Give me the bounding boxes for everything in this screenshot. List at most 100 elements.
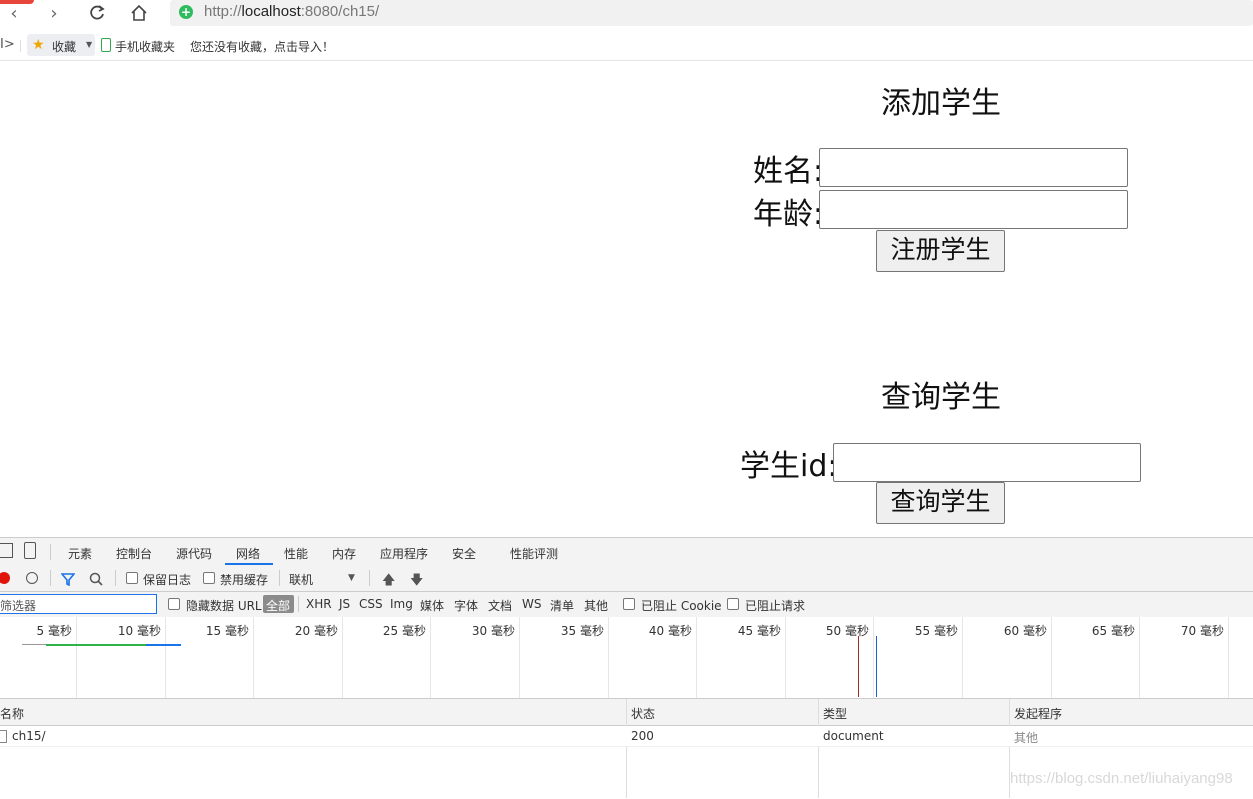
chevron-down-icon[interactable]: ▼	[86, 40, 92, 49]
favorites-label: 收藏	[52, 40, 77, 54]
mobile-icon	[101, 38, 111, 52]
name-label: 姓名:	[753, 154, 824, 189]
name-input[interactable]	[819, 148, 1128, 187]
preserve-log-checkbox[interactable]	[126, 572, 138, 584]
mobile-bookmarks-link[interactable]: 手机收藏夹	[115, 38, 175, 55]
register-student-button[interactable]: 注册学生	[876, 230, 1005, 272]
timeline-bar-stalled	[22, 644, 46, 645]
tab-console[interactable]: 控制台	[116, 545, 152, 562]
column-name[interactable]: 名称	[0, 705, 24, 722]
forward-icon[interactable]: ›	[42, 2, 66, 24]
load-event-line	[858, 636, 859, 697]
tab-lighthouse[interactable]: 性能评测	[510, 545, 558, 562]
toolbar-divider	[298, 596, 299, 612]
timeline-bar-download	[146, 644, 181, 646]
filter-all-label: 全部	[266, 599, 291, 613]
filter-xhr[interactable]: XHR	[306, 597, 332, 611]
filter-img[interactable]: Img	[390, 597, 413, 611]
url-text[interactable]: http://localhost:8080/ch15/	[204, 3, 379, 20]
toolbar-divider	[369, 570, 370, 586]
timeline-tick-label: 65 毫秒	[1091, 624, 1135, 638]
blocked-requests-label: 已阻止请求	[745, 599, 806, 613]
hide-data-url-checkbox[interactable]	[168, 598, 180, 610]
timeline-gridline	[608, 617, 609, 698]
document-icon	[0, 730, 7, 743]
toolbar-divider	[279, 570, 280, 586]
filter-media[interactable]: 媒体	[420, 597, 444, 614]
blocked-requests-checkbox[interactable]	[727, 598, 739, 610]
tab-elements[interactable]: 元素	[68, 545, 92, 562]
export-har-icon[interactable]: 🡇	[410, 571, 423, 593]
toolbar-divider	[50, 570, 51, 586]
student-id-input[interactable]	[833, 443, 1141, 482]
student-id-label: 学生id:	[740, 449, 838, 484]
blocked-cookies-label: 已阻止 Cookie	[641, 599, 722, 613]
filter-doc[interactable]: 文档	[488, 597, 512, 614]
tab-memory[interactable]: 内存	[332, 545, 356, 562]
column-initiator[interactable]: 发起程序	[1014, 705, 1062, 722]
timeline-gridline	[519, 617, 520, 698]
bookmarks-bar	[0, 31, 1253, 61]
clear-icon[interactable]	[26, 572, 38, 584]
home-icon[interactable]	[127, 2, 151, 24]
watermark: https://blog.csdn.net/liuhaiyang98	[1010, 770, 1233, 787]
throttle-select[interactable]: 联机	[289, 571, 313, 588]
timeline-tick-label: 15 毫秒	[205, 624, 249, 638]
timeline-tick-label: 50 毫秒	[825, 624, 869, 638]
timeline-gridline	[785, 617, 786, 698]
request-status: 200	[631, 729, 654, 743]
timeline-tick-label: 60 毫秒	[1003, 624, 1047, 638]
disable-cache-checkbox[interactable]	[203, 572, 215, 584]
timeline-bar-waiting	[46, 644, 146, 646]
tab-performance[interactable]: 性能	[284, 545, 308, 562]
bookmark-divider	[20, 40, 21, 52]
filter-icon[interactable]	[60, 571, 76, 590]
network-timeline[interactable]	[0, 617, 1253, 699]
column-status[interactable]: 状态	[631, 705, 655, 722]
timeline-tick-label: 30 毫秒	[471, 624, 515, 638]
age-input[interactable]	[819, 190, 1128, 229]
filter-js[interactable]: JS	[339, 597, 350, 611]
timeline-tick-label: 5 毫秒	[36, 624, 72, 638]
column-divider	[626, 699, 627, 798]
filter-other[interactable]: 其他	[584, 597, 608, 614]
back-icon[interactable]: ‹	[2, 2, 26, 24]
inspect-icon[interactable]	[0, 543, 13, 558]
timeline-gridline	[165, 617, 166, 698]
column-type[interactable]: 类型	[823, 705, 847, 722]
table-row[interactable]	[0, 726, 1253, 747]
search-icon[interactable]	[89, 571, 103, 590]
timeline-gridline	[342, 617, 343, 698]
timeline-tick-label: 70 毫秒	[1180, 624, 1224, 638]
import-har-icon[interactable]: 🡅	[382, 571, 395, 593]
timeline-gridline	[962, 617, 963, 698]
import-bookmarks-link[interactable]: 您还没有收藏，点击导入！	[190, 38, 334, 55]
disable-cache-label: 禁用缓存	[220, 573, 269, 587]
filter-font[interactable]: 字体	[454, 597, 478, 614]
blocked-cookies-checkbox[interactable]	[623, 598, 635, 610]
preserve-log-label: 保留日志	[143, 573, 192, 587]
timeline-gridline	[873, 617, 874, 698]
tab-security[interactable]: 安全	[452, 545, 476, 562]
active-tab-indicator	[225, 563, 273, 565]
sidebar-toggle-icon[interactable]: I>	[0, 37, 15, 52]
request-name[interactable]: ch15/	[12, 729, 46, 743]
filter-placeholder: 筛选器	[0, 599, 37, 613]
timeline-tick-label: 40 毫秒	[648, 624, 692, 638]
chevron-down-icon[interactable]: ▼	[348, 573, 355, 583]
toolbar-divider	[115, 570, 116, 586]
timeline-gridline	[76, 617, 77, 698]
column-divider	[818, 699, 819, 798]
tab-application[interactable]: 应用程序	[380, 545, 428, 562]
device-toggle-icon[interactable]	[24, 542, 36, 559]
reload-icon[interactable]	[85, 2, 109, 24]
filter-ws[interactable]: WS	[522, 597, 541, 611]
add-student-title: 添加学生	[881, 86, 1001, 121]
filter-css[interactable]: CSS	[359, 597, 383, 611]
tab-sources[interactable]: 源代码	[176, 545, 212, 562]
tab-network[interactable]: 网络	[236, 545, 260, 562]
query-student-button[interactable]: 查询学生	[876, 482, 1005, 524]
secure-shield-icon: +	[179, 5, 193, 19]
timeline-tick-label: 45 毫秒	[737, 624, 781, 638]
filter-manifest[interactable]: 清单	[550, 597, 574, 614]
